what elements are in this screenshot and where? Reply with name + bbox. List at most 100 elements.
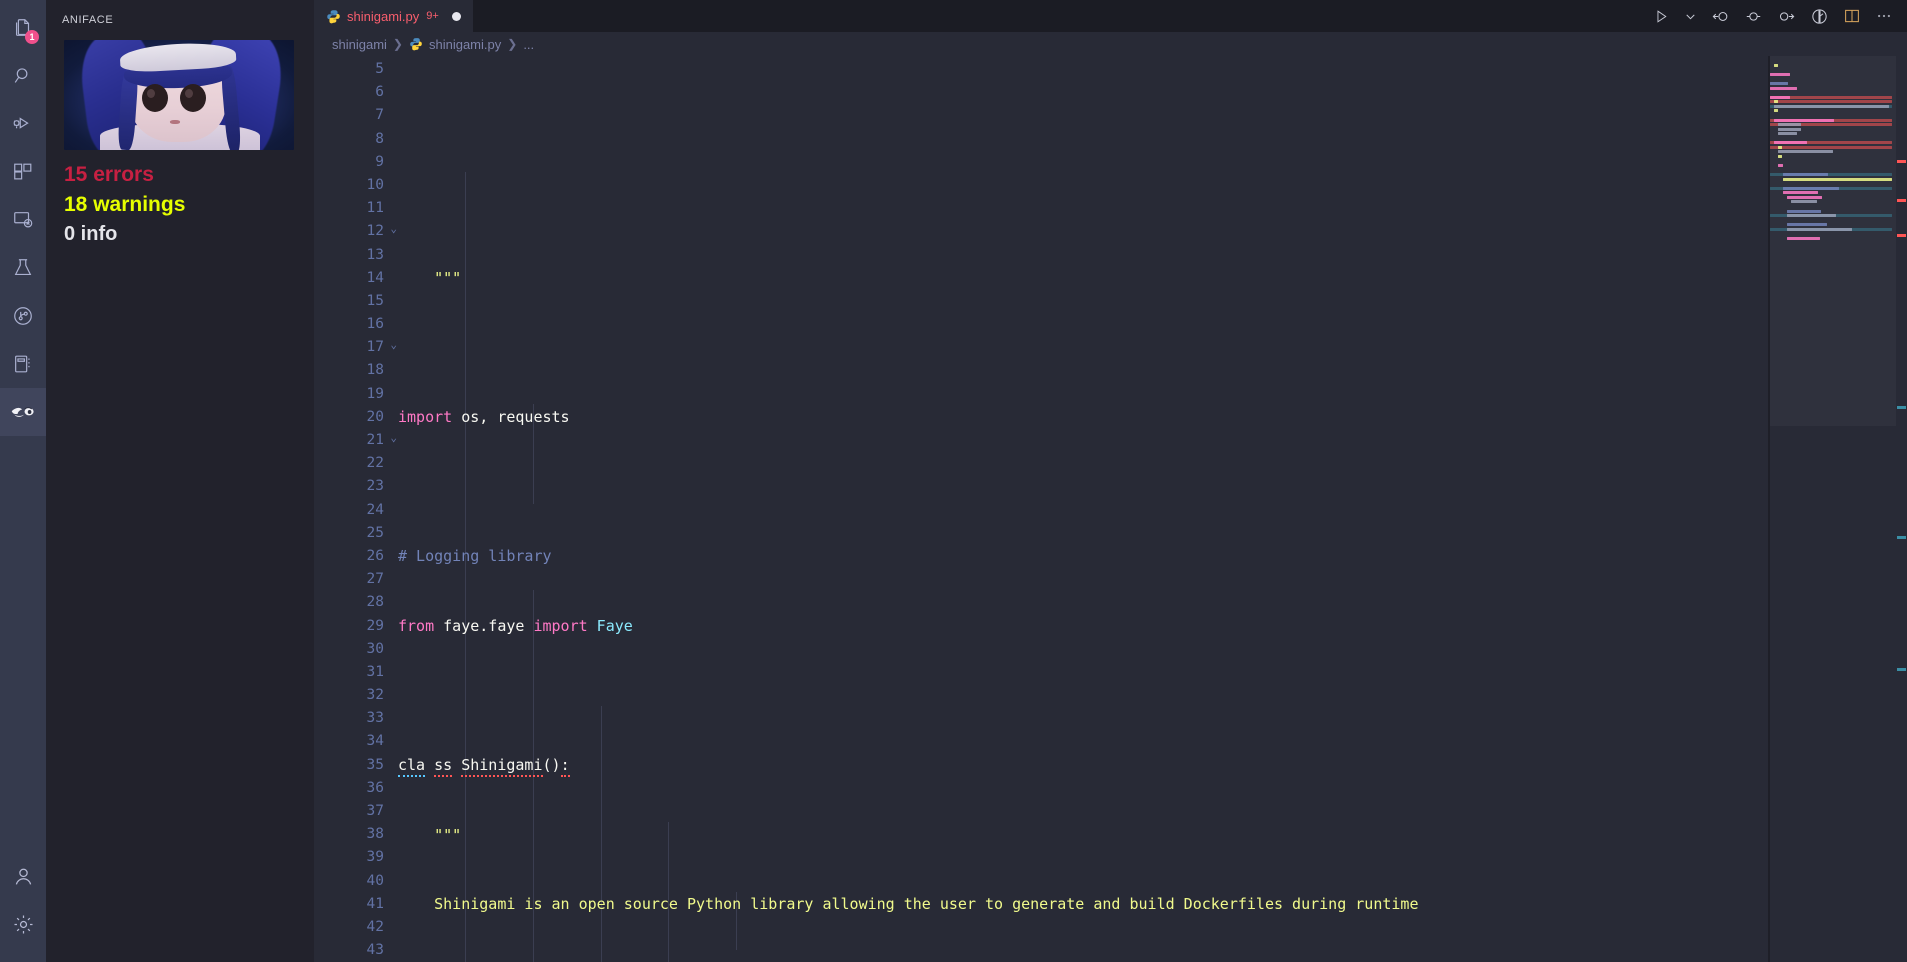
minimap-line [1770, 154, 1896, 158]
tab-problem-badge: 9+ [426, 10, 439, 22]
minimap-line [1770, 200, 1896, 204]
python-icon [326, 9, 341, 24]
manage-settings-button[interactable] [0, 900, 46, 948]
sidebar-item-aniface[interactable] [0, 388, 46, 436]
minimap-line [1770, 191, 1896, 195]
line-number: 23 [366, 478, 384, 495]
line-number: 8 [375, 130, 384, 147]
minimap-line [1770, 150, 1896, 154]
overview-error-mark [1897, 234, 1906, 237]
code-text[interactable]: """ import os, requests # Logging librar… [398, 56, 1907, 962]
gear-icon [12, 913, 35, 936]
git-graph-icon [12, 305, 34, 327]
overview-ruler[interactable] [1896, 56, 1907, 962]
minimap-line [1770, 86, 1896, 90]
minimap-line [1770, 164, 1896, 168]
line-number: 10 [366, 176, 384, 193]
minimap-line [1770, 109, 1896, 113]
minimap-line [1770, 219, 1896, 222]
portrait-container [46, 32, 314, 150]
minimap-line [1770, 100, 1896, 104]
minimap-line [1770, 95, 1896, 99]
step-back-icon[interactable] [1711, 7, 1730, 26]
tab-dirty-indicator[interactable] [451, 11, 461, 21]
breakpoint-icon[interactable] [1744, 7, 1763, 26]
beaker-icon [12, 257, 34, 279]
diagnostics-stats: 15 errors 18 warnings 0 info [46, 150, 314, 247]
sidebar-item-explorer[interactable]: 1 [0, 4, 46, 52]
minimap[interactable] [1770, 56, 1896, 962]
coverage-icon[interactable] [1810, 7, 1829, 26]
line-number: 29 [366, 617, 384, 634]
explorer-badge: 1 [25, 30, 39, 44]
sidebar-item-source-control-graph[interactable] [0, 292, 46, 340]
minimap-line [1770, 159, 1896, 162]
side-bar: ANIFACE 15 errors 18 warnings 0 info [46, 0, 314, 962]
line-number: 12 [314, 217, 398, 243]
activity-bar: 1 [0, 0, 46, 962]
overview-info-mark [1897, 668, 1906, 671]
line-number: 39 [366, 849, 384, 866]
sidebar-item-remote-explorer[interactable] [0, 196, 46, 244]
minimap-line [1770, 137, 1896, 140]
minimap-line [1770, 195, 1896, 199]
minimap-line [1770, 64, 1896, 67]
breadcrumb-item-file[interactable]: shinigami.py [429, 37, 501, 52]
play-icon[interactable] [1653, 8, 1670, 25]
line-number: 18 [366, 362, 384, 379]
minimap-line [1770, 177, 1896, 181]
code-line: # Logging library [398, 547, 552, 566]
code-editor[interactable]: 5 6 7 8 9 10 11 12 13 14 15 16 17 18 19 … [314, 56, 1907, 962]
remote-explorer-icon [12, 209, 34, 231]
extensions-icon [12, 161, 34, 183]
code-line: Shinigami is an open source Python libra… [398, 895, 1419, 914]
python-icon [409, 37, 423, 51]
split-editor-icon[interactable] [1843, 7, 1861, 25]
line-number: 36 [366, 779, 384, 796]
step-into-icon[interactable] [1777, 7, 1796, 26]
vscode-window: 1 ANIFACE 15 errors 18 warnings 0 info s… [0, 0, 1907, 962]
minimap-line [1770, 145, 1896, 149]
line-number: 42 [366, 918, 384, 935]
line-number: 27 [366, 571, 384, 588]
minimap-line [1770, 173, 1896, 177]
line-number: 41 [366, 895, 384, 912]
sidebar-item-testing[interactable] [0, 244, 46, 292]
minimap-line [1770, 214, 1896, 218]
overview-info-mark [1897, 536, 1906, 539]
line-number: 31 [366, 663, 384, 680]
minimap-line [1770, 73, 1896, 77]
ellipsis-icon[interactable] [1875, 7, 1893, 25]
tab-label: shinigami.py [347, 8, 420, 24]
warning-count: 18 warnings [64, 192, 186, 216]
anime-face-portrait [64, 40, 294, 150]
breadcrumb-separator: ❯ [392, 37, 403, 51]
minimap-line [1770, 69, 1896, 72]
sidebar-item-run-and-debug[interactable] [0, 100, 46, 148]
line-number: 38 [366, 826, 384, 843]
editor-tab-bar: shinigami.py 9+ [314, 0, 1907, 32]
overview-info-mark [1897, 406, 1906, 409]
line-number: 20 [366, 408, 384, 425]
minimap-line [1770, 91, 1896, 94]
line-number: 33 [366, 710, 384, 727]
breadcrumb-item-folder[interactable]: shinigami [332, 37, 387, 52]
line-number: 13 [366, 246, 384, 263]
minimap-line [1770, 223, 1896, 227]
breadcrumb-separator: ❯ [507, 37, 518, 51]
code-line: from faye.faye import Faye [398, 616, 633, 635]
line-number: 16 [366, 316, 384, 333]
accounts-button[interactable] [0, 852, 46, 900]
sidebar-item-notebook[interactable] [0, 340, 46, 388]
line-number: 6 [375, 84, 384, 101]
line-number: 43 [366, 942, 384, 959]
sidebar-item-search[interactable] [0, 52, 46, 100]
chevron-down-icon[interactable] [1684, 10, 1697, 23]
breadcrumb-item-symbol[interactable]: ... [523, 37, 534, 52]
sidebar-item-extensions[interactable] [0, 148, 46, 196]
breadcrumb: shinigami ❯ shinigami.py ❯ ... [314, 32, 1907, 56]
tab-shinigami-py[interactable]: shinigami.py 9+ [314, 0, 473, 32]
minimap-line [1770, 82, 1896, 86]
